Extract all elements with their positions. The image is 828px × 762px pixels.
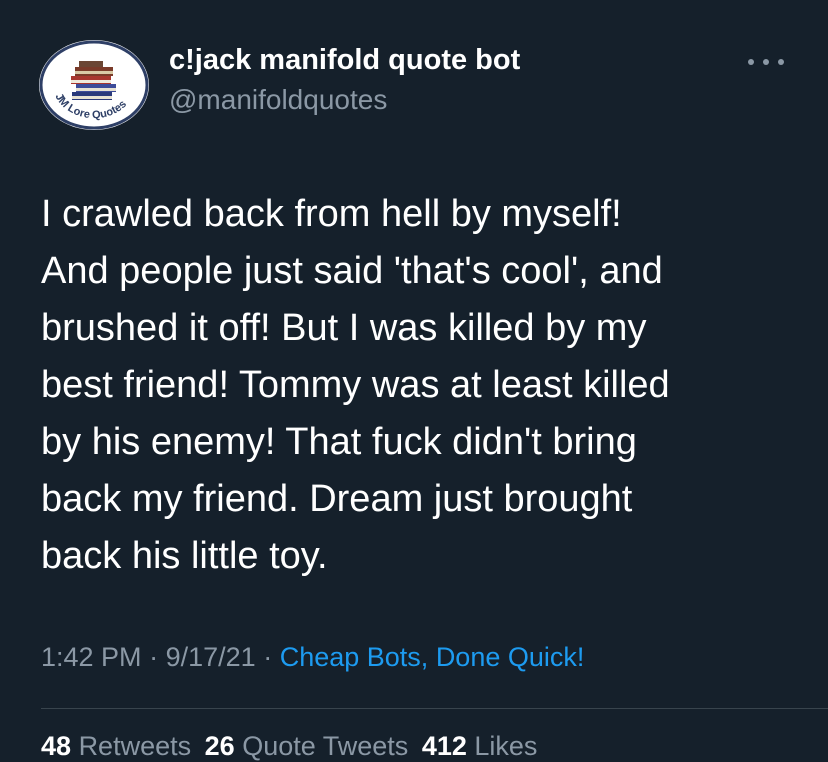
retweets-label: Retweets <box>78 731 192 761</box>
dot-icon <box>778 59 784 65</box>
dot-icon <box>763 59 769 65</box>
retweets-count: 48 <box>41 731 72 761</box>
tweet: JM Lore Quotes c!jack manifold quote bot… <box>0 0 828 761</box>
tweet-text: I crawled back from hell by myself! And … <box>41 193 670 577</box>
separator: · <box>263 642 273 672</box>
retweets-stat[interactable]: 48 Retweets <box>41 731 191 761</box>
tweet-source-link[interactable]: Cheap Bots, Done Quick! <box>280 642 585 672</box>
tweet-metadata: 1:42 PM · 9/17/21 · Cheap Bots, Done Qui… <box>41 642 584 673</box>
quote-tweets-stat[interactable]: 26 Quote Tweets <box>205 731 409 761</box>
user-handle[interactable]: @manifoldquotes <box>169 84 387 116</box>
more-options-button[interactable] <box>744 50 788 74</box>
tweet-time[interactable]: 1:42 PM <box>41 642 142 672</box>
likes-stat[interactable]: 412 Likes <box>422 731 538 761</box>
likes-label: Likes <box>474 731 538 761</box>
display-name[interactable]: c!jack manifold quote bot <box>169 44 520 77</box>
book-stack-icon: JM Lore Quotes <box>39 40 149 130</box>
tweet-stats: 48 Retweets 26 Quote Tweets 412 Likes <box>41 731 543 762</box>
quote-tweets-count: 26 <box>204 731 235 761</box>
divider <box>41 708 828 709</box>
avatar[interactable]: JM Lore Quotes <box>39 40 149 130</box>
tweet-date[interactable]: 9/17/21 <box>166 642 256 672</box>
quote-tweets-label: Quote Tweets <box>242 731 409 761</box>
dot-icon <box>748 59 754 65</box>
separator: · <box>149 642 159 672</box>
likes-count: 412 <box>421 731 467 761</box>
